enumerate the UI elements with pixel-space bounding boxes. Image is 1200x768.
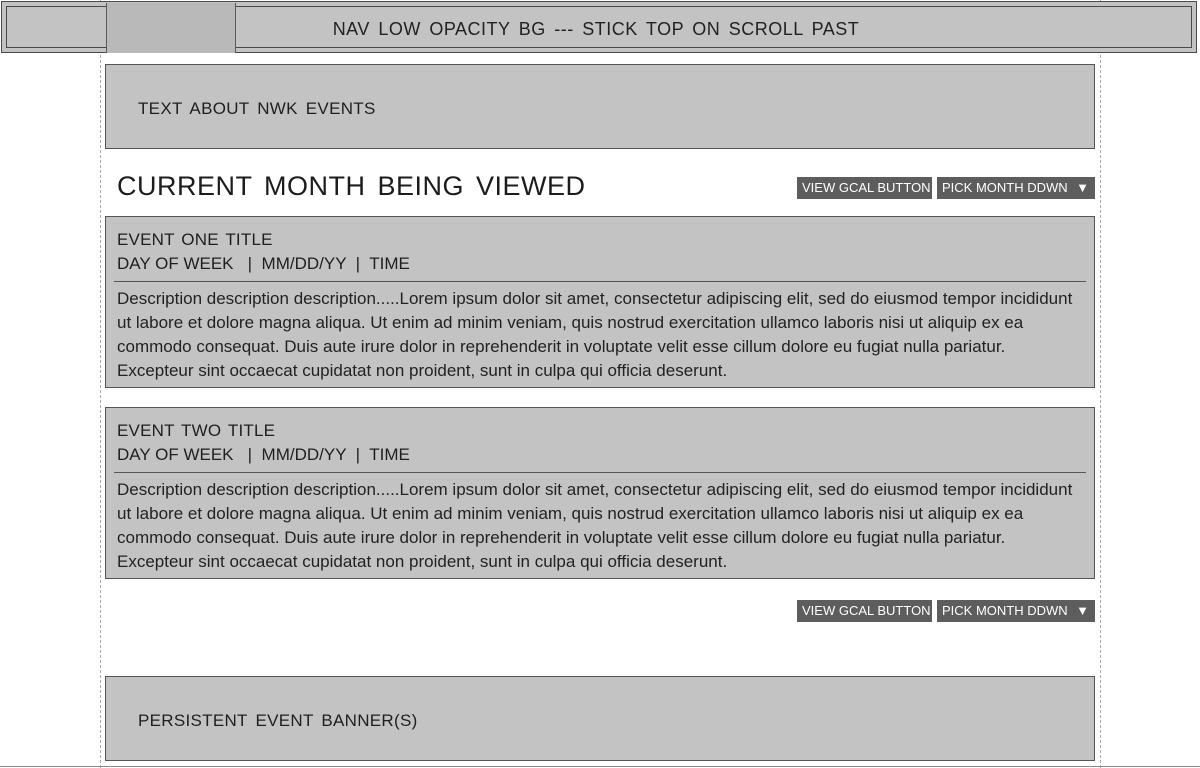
event-divider [114, 472, 1086, 473]
page-bottom-divider [0, 766, 1200, 767]
banner-text: PERSISTENT EVENT BANNER(S) [138, 711, 418, 730]
top-nav-bar[interactable]: NAV LOW OPACITY BG --- STICK TOP ON SCRO… [1, 1, 1197, 53]
event-description: Description description description.....… [117, 480, 1073, 571]
event-title: EVENT ONE TITLE [117, 230, 273, 249]
nav-logo-placeholder[interactable] [106, 3, 236, 53]
pick-month-label: PICK MONTH DDWN [942, 180, 1068, 195]
pick-month-dropdown[interactable]: PICK MONTH DDWN ▼ [937, 177, 1095, 199]
event-meta: DAY OF WEEK | MM/DD/YY | TIME [117, 445, 410, 464]
triangle-down-icon: ▼ [1076, 603, 1089, 618]
intro-text-box: TEXT ABOUT NWK EVENTS [105, 64, 1095, 149]
pick-month-dropdown-bottom[interactable]: PICK MONTH DDWN ▼ [937, 600, 1095, 622]
right-column-guide [1100, 0, 1101, 768]
pick-month-label: PICK MONTH DDWN [942, 603, 1068, 618]
view-gcal-button[interactable]: VIEW GCAL BUTTON [797, 177, 932, 199]
left-column-guide [100, 0, 101, 768]
intro-text: TEXT ABOUT NWK EVENTS [138, 99, 376, 118]
event-divider [114, 281, 1086, 282]
persistent-event-banner[interactable]: PERSISTENT EVENT BANNER(S) [105, 676, 1095, 761]
event-description: Description description description.....… [117, 289, 1073, 380]
event-title: EVENT TWO TITLE [117, 421, 276, 440]
nav-label: NAV LOW OPACITY BG --- STICK TOP ON SCRO… [332, 19, 860, 39]
event-card[interactable]: EVENT TWO TITLE DAY OF WEEK | MM/DD/YY |… [105, 407, 1095, 579]
current-month-title: CURRENT MONTH BEING VIEWED [117, 171, 586, 201]
view-gcal-button-bottom[interactable]: VIEW GCAL BUTTON [797, 600, 932, 622]
triangle-down-icon: ▼ [1076, 180, 1089, 195]
event-meta: DAY OF WEEK | MM/DD/YY | TIME [117, 254, 410, 273]
event-card[interactable]: EVENT ONE TITLE DAY OF WEEK | MM/DD/YY |… [105, 216, 1095, 388]
